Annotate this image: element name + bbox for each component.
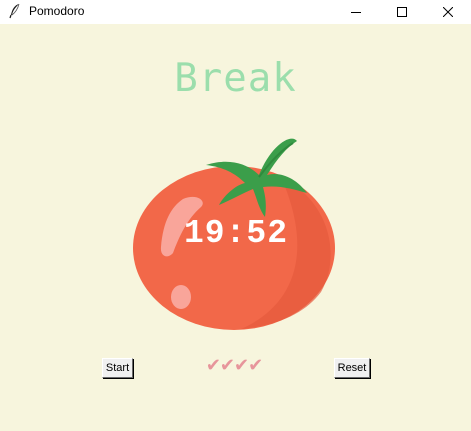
title-bar: Pomodoro: [0, 0, 471, 24]
window-title: Pomodoro: [29, 4, 85, 18]
reset-button[interactable]: Reset: [334, 358, 370, 378]
minimize-button[interactable]: [333, 0, 379, 24]
feather-icon: [9, 3, 20, 19]
close-icon: [443, 7, 453, 17]
mode-heading: Break: [174, 56, 297, 101]
minimize-icon: [351, 12, 361, 13]
maximize-button[interactable]: [379, 0, 425, 24]
maximize-icon: [397, 7, 407, 17]
close-button[interactable]: [425, 0, 471, 24]
completed-checkmarks: ✔✔✔✔: [205, 355, 263, 376]
timer-display: 19:52: [183, 215, 289, 252]
start-button[interactable]: Start: [102, 358, 133, 378]
